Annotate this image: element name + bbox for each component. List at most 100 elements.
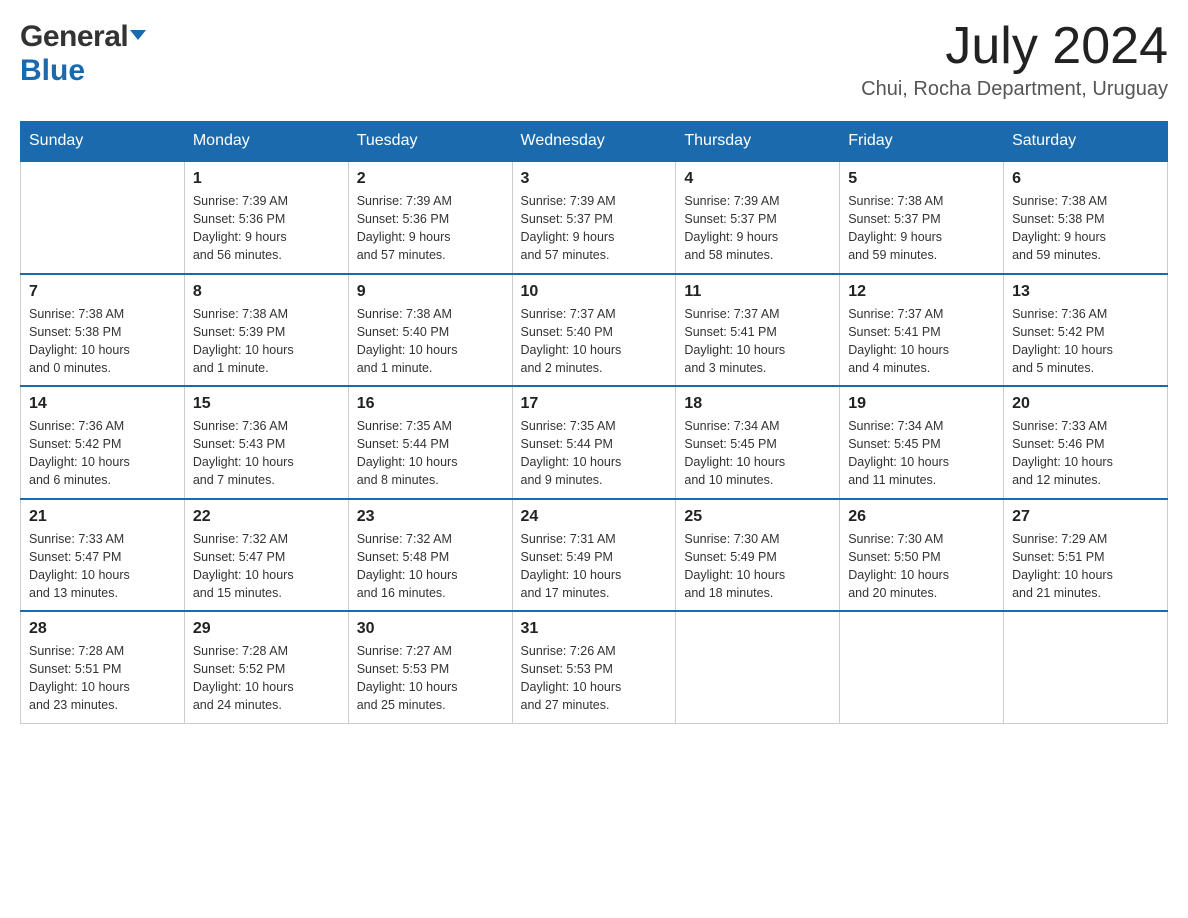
- day-info: Sunrise: 7:33 AMSunset: 5:47 PMDaylight:…: [29, 530, 176, 603]
- day-info: Sunrise: 7:36 AMSunset: 5:42 PMDaylight:…: [1012, 305, 1159, 378]
- day-info: Sunrise: 7:33 AMSunset: 5:46 PMDaylight:…: [1012, 417, 1159, 490]
- day-number: 5: [848, 170, 995, 188]
- calendar-cell: 26 Sunrise: 7:30 AMSunset: 5:50 PMDayligh…: [840, 499, 1004, 612]
- calendar-cell: 3 Sunrise: 7:39 AMSunset: 5:37 PMDaylight…: [512, 161, 676, 274]
- day-info: Sunrise: 7:38 AMSunset: 5:38 PMDaylight:…: [1012, 192, 1159, 265]
- day-info: Sunrise: 7:39 AMSunset: 5:36 PMDaylight:…: [357, 192, 504, 265]
- calendar-cell: 12 Sunrise: 7:37 AMSunset: 5:41 PMDayligh…: [840, 274, 1004, 387]
- day-number: 8: [193, 283, 340, 301]
- day-number: 9: [357, 283, 504, 301]
- title-block: July 2024 Chui, Rocha Department, Urugua…: [861, 20, 1168, 101]
- day-info: Sunrise: 7:36 AMSunset: 5:42 PMDaylight:…: [29, 417, 176, 490]
- calendar-week-row: 14 Sunrise: 7:36 AMSunset: 5:42 PMDayligh…: [21, 386, 1168, 499]
- calendar-cell: 9 Sunrise: 7:38 AMSunset: 5:40 PMDaylight…: [348, 274, 512, 387]
- day-number: 14: [29, 395, 176, 413]
- col-header-saturday: Saturday: [1004, 122, 1168, 162]
- day-info: Sunrise: 7:34 AMSunset: 5:45 PMDaylight:…: [848, 417, 995, 490]
- day-info: Sunrise: 7:36 AMSunset: 5:43 PMDaylight:…: [193, 417, 340, 490]
- day-number: 19: [848, 395, 995, 413]
- day-number: 26: [848, 508, 995, 526]
- day-number: 30: [357, 620, 504, 638]
- day-info: Sunrise: 7:39 AMSunset: 5:37 PMDaylight:…: [684, 192, 831, 265]
- day-number: 29: [193, 620, 340, 638]
- calendar-cell: 8 Sunrise: 7:38 AMSunset: 5:39 PMDaylight…: [184, 274, 348, 387]
- day-number: 4: [684, 170, 831, 188]
- day-number: 13: [1012, 283, 1159, 301]
- day-info: Sunrise: 7:37 AMSunset: 5:41 PMDaylight:…: [684, 305, 831, 378]
- day-info: Sunrise: 7:28 AMSunset: 5:51 PMDaylight:…: [29, 642, 176, 715]
- day-number: 27: [1012, 508, 1159, 526]
- day-number: 12: [848, 283, 995, 301]
- calendar-cell: 31 Sunrise: 7:26 AMSunset: 5:53 PMDayligh…: [512, 611, 676, 723]
- calendar-cell: 27 Sunrise: 7:29 AMSunset: 5:51 PMDayligh…: [1004, 499, 1168, 612]
- day-info: Sunrise: 7:28 AMSunset: 5:52 PMDaylight:…: [193, 642, 340, 715]
- day-number: 7: [29, 283, 176, 301]
- calendar-cell: 22Sunrise: 7:32 AMSunset: 5:47 PMDayligh…: [184, 499, 348, 612]
- calendar-cell: 6Sunrise: 7:38 AMSunset: 5:38 PMDaylight…: [1004, 161, 1168, 274]
- day-number: 15: [193, 395, 340, 413]
- day-info: Sunrise: 7:29 AMSunset: 5:51 PMDaylight:…: [1012, 530, 1159, 603]
- calendar-cell: 28 Sunrise: 7:28 AMSunset: 5:51 PMDayligh…: [21, 611, 185, 723]
- calendar-header-row: SundayMondayTuesdayWednesdayThursdayFrid…: [21, 122, 1168, 162]
- month-year-title: July 2024: [861, 20, 1168, 72]
- day-number: 2: [357, 170, 504, 188]
- day-info: Sunrise: 7:37 AMSunset: 5:40 PMDaylight:…: [521, 305, 668, 378]
- calendar-cell: 29 Sunrise: 7:28 AMSunset: 5:52 PMDayligh…: [184, 611, 348, 723]
- calendar-table: SundayMondayTuesdayWednesdayThursdayFrid…: [20, 121, 1168, 724]
- day-number: 18: [684, 395, 831, 413]
- calendar-cell: [840, 611, 1004, 723]
- calendar-cell: 10 Sunrise: 7:37 AMSunset: 5:40 PMDayligh…: [512, 274, 676, 387]
- calendar-cell: 25 Sunrise: 7:30 AMSunset: 5:49 PMDayligh…: [676, 499, 840, 612]
- col-header-sunday: Sunday: [21, 122, 185, 162]
- calendar-cell: 15 Sunrise: 7:36 AMSunset: 5:43 PMDayligh…: [184, 386, 348, 499]
- day-info: Sunrise: 7:38 AMSunset: 5:39 PMDaylight:…: [193, 305, 340, 378]
- col-header-thursday: Thursday: [676, 122, 840, 162]
- day-info: Sunrise: 7:26 AMSunset: 5:53 PMDaylight:…: [521, 642, 668, 715]
- day-number: 28: [29, 620, 176, 638]
- col-header-tuesday: Tuesday: [348, 122, 512, 162]
- day-number: 11: [684, 283, 831, 301]
- day-number: 16: [357, 395, 504, 413]
- day-info: Sunrise: 7:38 AMSunset: 5:40 PMDaylight:…: [357, 305, 504, 378]
- day-number: 25: [684, 508, 831, 526]
- day-number: 31: [521, 620, 668, 638]
- calendar-cell: 30 Sunrise: 7:27 AMSunset: 5:53 PMDayligh…: [348, 611, 512, 723]
- col-header-monday: Monday: [184, 122, 348, 162]
- calendar-cell: 2 Sunrise: 7:39 AMSunset: 5:36 PMDaylight…: [348, 161, 512, 274]
- day-info: Sunrise: 7:37 AMSunset: 5:41 PMDaylight:…: [848, 305, 995, 378]
- page-header: General Blue July 2024 Chui, Rocha Depar…: [20, 20, 1168, 101]
- logo-blue-text: Blue: [20, 54, 148, 88]
- day-number: 1: [193, 170, 340, 188]
- day-info: Sunrise: 7:39 AMSunset: 5:37 PMDaylight:…: [521, 192, 668, 265]
- col-header-friday: Friday: [840, 122, 1004, 162]
- calendar-cell: 5Sunrise: 7:38 AMSunset: 5:37 PMDaylight…: [840, 161, 1004, 274]
- calendar-cell: 16Sunrise: 7:35 AMSunset: 5:44 PMDayligh…: [348, 386, 512, 499]
- col-header-wednesday: Wednesday: [512, 122, 676, 162]
- calendar-cell: [21, 161, 185, 274]
- day-number: 23: [357, 508, 504, 526]
- day-info: Sunrise: 7:32 AMSunset: 5:47 PMDaylight:…: [193, 530, 340, 603]
- calendar-cell: 17Sunrise: 7:35 AMSunset: 5:44 PMDayligh…: [512, 386, 676, 499]
- calendar-cell: 24 Sunrise: 7:31 AMSunset: 5:49 PMDayligh…: [512, 499, 676, 612]
- day-number: 3: [521, 170, 668, 188]
- calendar-cell: 18 Sunrise: 7:34 AMSunset: 5:45 PMDayligh…: [676, 386, 840, 499]
- calendar-cell: [676, 611, 840, 723]
- day-info: Sunrise: 7:31 AMSunset: 5:49 PMDaylight:…: [521, 530, 668, 603]
- day-number: 24: [521, 508, 668, 526]
- day-info: Sunrise: 7:34 AMSunset: 5:45 PMDaylight:…: [684, 417, 831, 490]
- calendar-cell: [1004, 611, 1168, 723]
- day-number: 10: [521, 283, 668, 301]
- day-number: 21: [29, 508, 176, 526]
- day-info: Sunrise: 7:30 AMSunset: 5:50 PMDaylight:…: [848, 530, 995, 603]
- calendar-week-row: 1 Sunrise: 7:39 AMSunset: 5:36 PMDaylight…: [21, 161, 1168, 274]
- calendar-cell: 14 Sunrise: 7:36 AMSunset: 5:42 PMDayligh…: [21, 386, 185, 499]
- calendar-cell: 1Sunrise: 7:39 AMSunset: 5:36 PMDaylight…: [184, 161, 348, 274]
- logo-arrow-icon: [129, 26, 147, 44]
- calendar-cell: 19 Sunrise: 7:34 AMSunset: 5:45 PMDayligh…: [840, 386, 1004, 499]
- day-info: Sunrise: 7:27 AMSunset: 5:53 PMDaylight:…: [357, 642, 504, 715]
- calendar-cell: 4 Sunrise: 7:39 AMSunset: 5:37 PMDaylight…: [676, 161, 840, 274]
- day-info: Sunrise: 7:32 AMSunset: 5:48 PMDaylight:…: [357, 530, 504, 603]
- calendar-cell: 13 Sunrise: 7:36 AMSunset: 5:42 PMDayligh…: [1004, 274, 1168, 387]
- day-info: Sunrise: 7:30 AMSunset: 5:49 PMDaylight:…: [684, 530, 831, 603]
- calendar-cell: 20Sunrise: 7:33 AMSunset: 5:46 PMDayligh…: [1004, 386, 1168, 499]
